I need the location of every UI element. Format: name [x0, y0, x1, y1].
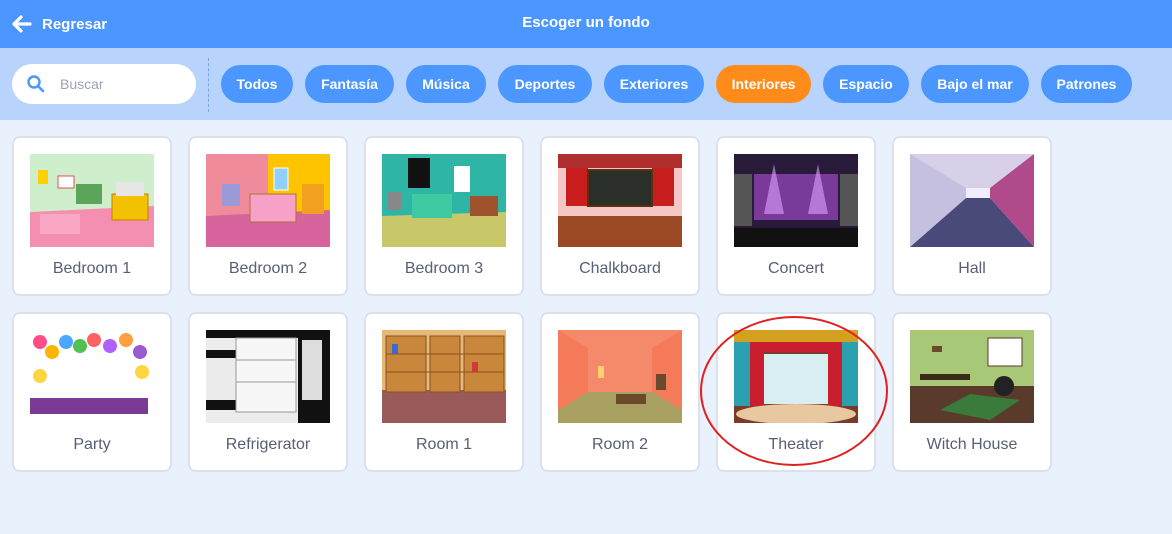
backdrop-name: Bedroom 2 [228, 260, 308, 277]
backdrop-card-hall[interactable]: Hall [892, 136, 1052, 296]
header-bar: Regresar Escoger un fondo [0, 0, 1172, 48]
backdrop-card-room-2[interactable]: Room 2 [540, 312, 700, 472]
backdrop-name: Witch House [926, 436, 1018, 453]
bedroom-1-thumbnail [30, 154, 154, 247]
backdrop-card-chalkboard[interactable]: Chalkboard [540, 136, 700, 296]
backdrop-name: Room 2 [591, 436, 649, 453]
tag-todos[interactable]: Todos [221, 65, 293, 103]
page-title: Escoger un fondo [522, 14, 650, 31]
backdrop-name: Room 1 [415, 436, 473, 453]
backdrop-name: Refrigerator [225, 436, 311, 453]
backdrop-name: Hall [958, 260, 986, 277]
search-icon [27, 75, 45, 93]
backdrop-card-room-1[interactable]: Room 1 [364, 312, 524, 472]
backdrop-card-party[interactable]: Party [12, 312, 172, 472]
party-thumbnail [30, 330, 154, 423]
tag-deportes[interactable]: Deportes [498, 65, 592, 103]
hall-thumbnail [910, 154, 1034, 247]
backdrop-card-witch-house[interactable]: Witch House [892, 312, 1052, 472]
backdrop-name: Concert [767, 260, 825, 277]
backdrop-name: Bedroom 3 [404, 260, 484, 277]
tag-exteriores[interactable]: Exteriores [604, 65, 704, 103]
backdrop-card-bedroom-3[interactable]: Bedroom 3 [364, 136, 524, 296]
backdrop-name: Chalkboard [579, 260, 661, 277]
chalkboard-thumbnail [558, 154, 682, 247]
room-1-thumbnail [382, 330, 506, 423]
witch-house-thumbnail [910, 330, 1034, 423]
theater-thumbnail [734, 330, 858, 423]
tag-espacio[interactable]: Espacio [823, 65, 909, 103]
tag-fantasia[interactable]: Fantasía [305, 65, 394, 103]
concert-thumbnail [734, 154, 858, 247]
backdrop-name: Party [73, 436, 111, 453]
room-2-thumbnail [558, 330, 682, 423]
backdrop-name: Bedroom 1 [52, 260, 132, 277]
divider [208, 58, 209, 112]
search-box[interactable] [12, 64, 196, 104]
filter-bar: Todos Fantasía Música Deportes Exteriore… [0, 48, 1172, 120]
tag-musica[interactable]: Música [406, 65, 486, 103]
bedroom-2-thumbnail [206, 154, 330, 247]
bedroom-3-thumbnail [382, 154, 506, 247]
tag-bajo-el-mar[interactable]: Bajo el mar [921, 65, 1029, 103]
backdrop-card-bedroom-1[interactable]: Bedroom 1 [12, 136, 172, 296]
backdrop-card-concert[interactable]: Concert [716, 136, 876, 296]
tag-interiores[interactable]: Interiores [716, 65, 811, 103]
backdrop-name: Theater [768, 436, 824, 453]
tag-patrones[interactable]: Patrones [1041, 65, 1132, 103]
backdrop-card-theater[interactable]: Theater [716, 312, 876, 472]
search-input[interactable] [60, 76, 180, 92]
backdrop-card-bedroom-2[interactable]: Bedroom 2 [188, 136, 348, 296]
refrigerator-thumbnail [206, 330, 330, 423]
backdrop-card-refrigerator[interactable]: Refrigerator [188, 312, 348, 472]
